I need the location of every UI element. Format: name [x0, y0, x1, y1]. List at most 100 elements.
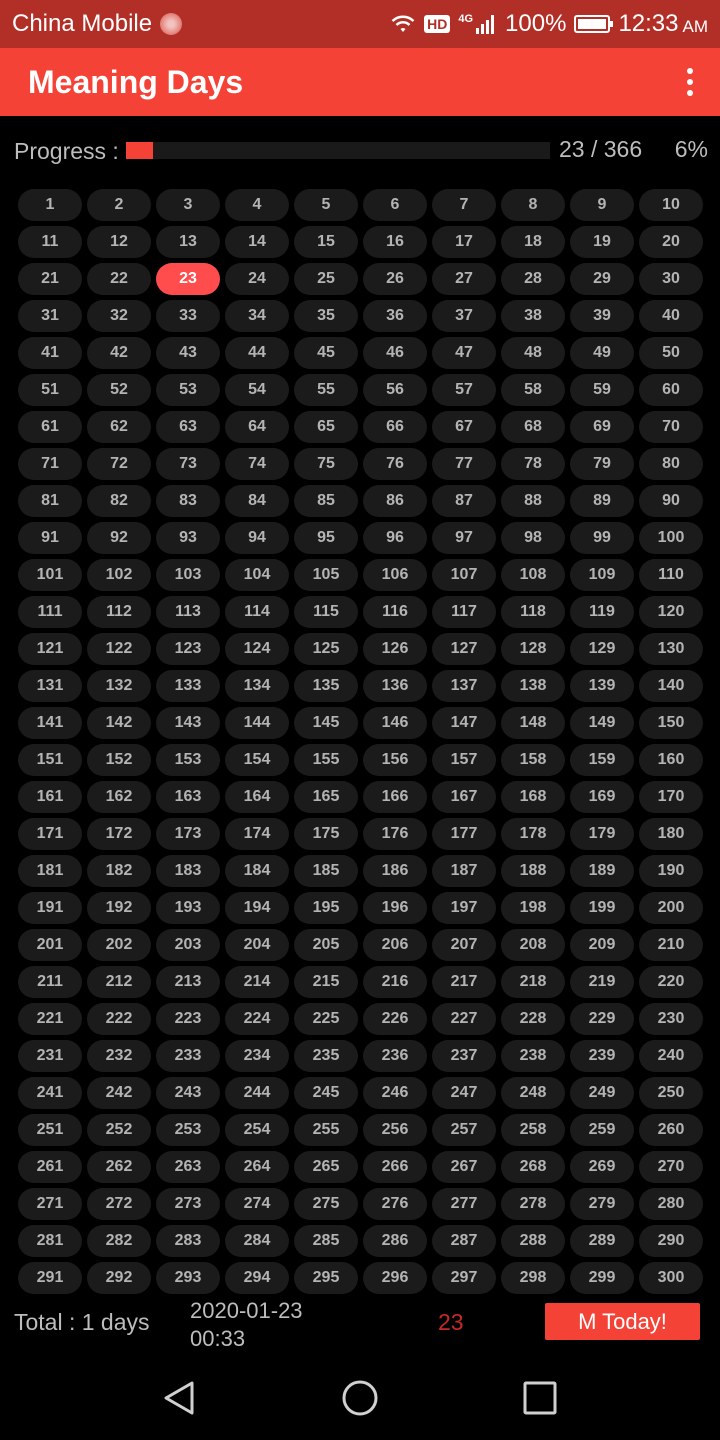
day-cell[interactable]: 214 [225, 966, 289, 998]
day-cell[interactable]: 287 [432, 1225, 496, 1257]
day-cell[interactable]: 3 [156, 189, 220, 221]
day-cell[interactable]: 149 [570, 707, 634, 739]
day-cell[interactable]: 33 [156, 300, 220, 332]
day-cell[interactable]: 91 [18, 522, 82, 554]
day-cell[interactable]: 174 [225, 818, 289, 850]
day-cell[interactable]: 166 [363, 781, 427, 813]
day-cell[interactable]: 55 [294, 374, 358, 406]
day-cell[interactable]: 132 [87, 670, 151, 702]
day-cell[interactable]: 300 [639, 1262, 703, 1294]
day-cell[interactable]: 72 [87, 448, 151, 480]
day-cell[interactable]: 218 [501, 966, 565, 998]
day-cell[interactable]: 254 [225, 1114, 289, 1146]
back-icon[interactable] [160, 1378, 200, 1418]
day-cell[interactable]: 280 [639, 1188, 703, 1220]
mark-today-button[interactable]: M Today! [545, 1303, 700, 1340]
day-cell[interactable]: 108 [501, 559, 565, 591]
day-cell[interactable]: 117 [432, 596, 496, 628]
day-cell[interactable]: 84 [225, 485, 289, 517]
day-cell[interactable]: 211 [18, 966, 82, 998]
day-cell[interactable]: 59 [570, 374, 634, 406]
day-cell[interactable]: 11 [18, 226, 82, 258]
day-cell[interactable]: 270 [639, 1151, 703, 1183]
day-cell[interactable]: 213 [156, 966, 220, 998]
day-cell[interactable]: 289 [570, 1225, 634, 1257]
day-cell[interactable]: 271 [18, 1188, 82, 1220]
day-cell[interactable]: 204 [225, 929, 289, 961]
day-cell[interactable]: 34 [225, 300, 289, 332]
day-cell[interactable]: 140 [639, 670, 703, 702]
day-cell[interactable]: 142 [87, 707, 151, 739]
day-cell[interactable]: 119 [570, 596, 634, 628]
day-cell[interactable]: 52 [87, 374, 151, 406]
day-cell[interactable]: 285 [294, 1225, 358, 1257]
day-cell[interactable]: 71 [18, 448, 82, 480]
day-cell[interactable]: 159 [570, 744, 634, 776]
day-cell[interactable]: 236 [363, 1040, 427, 1072]
day-cell[interactable]: 195 [294, 892, 358, 924]
day-cell[interactable]: 212 [87, 966, 151, 998]
day-cell[interactable]: 54 [225, 374, 289, 406]
day-cell[interactable]: 240 [639, 1040, 703, 1072]
day-cell[interactable]: 112 [87, 596, 151, 628]
day-cell[interactable]: 151 [18, 744, 82, 776]
day-cell[interactable]: 210 [639, 929, 703, 961]
day-cell[interactable]: 83 [156, 485, 220, 517]
day-cell[interactable]: 26 [363, 263, 427, 295]
day-cell[interactable]: 186 [363, 855, 427, 887]
day-cell[interactable]: 106 [363, 559, 427, 591]
day-cell[interactable]: 103 [156, 559, 220, 591]
day-cell[interactable]: 157 [432, 744, 496, 776]
day-cell[interactable]: 133 [156, 670, 220, 702]
day-cell[interactable]: 107 [432, 559, 496, 591]
day-cell[interactable]: 70 [639, 411, 703, 443]
day-cell[interactable]: 176 [363, 818, 427, 850]
day-cell[interactable]: 124 [225, 633, 289, 665]
day-cell[interactable]: 189 [570, 855, 634, 887]
day-cell[interactable]: 35 [294, 300, 358, 332]
day-cell[interactable]: 17 [432, 226, 496, 258]
day-cell[interactable]: 262 [87, 1151, 151, 1183]
day-cell[interactable]: 89 [570, 485, 634, 517]
day-cell[interactable]: 46 [363, 337, 427, 369]
day-cell[interactable]: 205 [294, 929, 358, 961]
day-cell[interactable]: 113 [156, 596, 220, 628]
day-cell[interactable]: 248 [501, 1077, 565, 1109]
day-cell[interactable]: 102 [87, 559, 151, 591]
day-cell[interactable]: 197 [432, 892, 496, 924]
day-cell[interactable]: 97 [432, 522, 496, 554]
day-cell[interactable]: 139 [570, 670, 634, 702]
day-cell[interactable]: 136 [363, 670, 427, 702]
day-cell[interactable]: 249 [570, 1077, 634, 1109]
day-cell[interactable]: 13 [156, 226, 220, 258]
day-cell[interactable]: 90 [639, 485, 703, 517]
day-cell[interactable]: 184 [225, 855, 289, 887]
day-cell[interactable]: 87 [432, 485, 496, 517]
day-cell[interactable]: 42 [87, 337, 151, 369]
day-cell[interactable]: 4 [225, 189, 289, 221]
day-cell[interactable]: 155 [294, 744, 358, 776]
day-cell[interactable]: 116 [363, 596, 427, 628]
day-cell[interactable]: 68 [501, 411, 565, 443]
day-cell[interactable]: 127 [432, 633, 496, 665]
day-cell[interactable]: 100 [639, 522, 703, 554]
day-cell[interactable]: 278 [501, 1188, 565, 1220]
day-cell[interactable]: 164 [225, 781, 289, 813]
day-cell[interactable]: 238 [501, 1040, 565, 1072]
day-cell[interactable]: 131 [18, 670, 82, 702]
day-cell[interactable]: 275 [294, 1188, 358, 1220]
day-cell[interactable]: 28 [501, 263, 565, 295]
day-cell[interactable]: 118 [501, 596, 565, 628]
day-cell[interactable]: 192 [87, 892, 151, 924]
day-cell[interactable]: 282 [87, 1225, 151, 1257]
day-cell[interactable]: 269 [570, 1151, 634, 1183]
day-cell[interactable]: 294 [225, 1262, 289, 1294]
day-cell[interactable]: 247 [432, 1077, 496, 1109]
day-cell[interactable]: 143 [156, 707, 220, 739]
day-cell[interactable]: 37 [432, 300, 496, 332]
day-cell[interactable]: 246 [363, 1077, 427, 1109]
day-cell[interactable]: 80 [639, 448, 703, 480]
day-cell[interactable]: 137 [432, 670, 496, 702]
day-cell[interactable]: 154 [225, 744, 289, 776]
day-cell[interactable]: 64 [225, 411, 289, 443]
